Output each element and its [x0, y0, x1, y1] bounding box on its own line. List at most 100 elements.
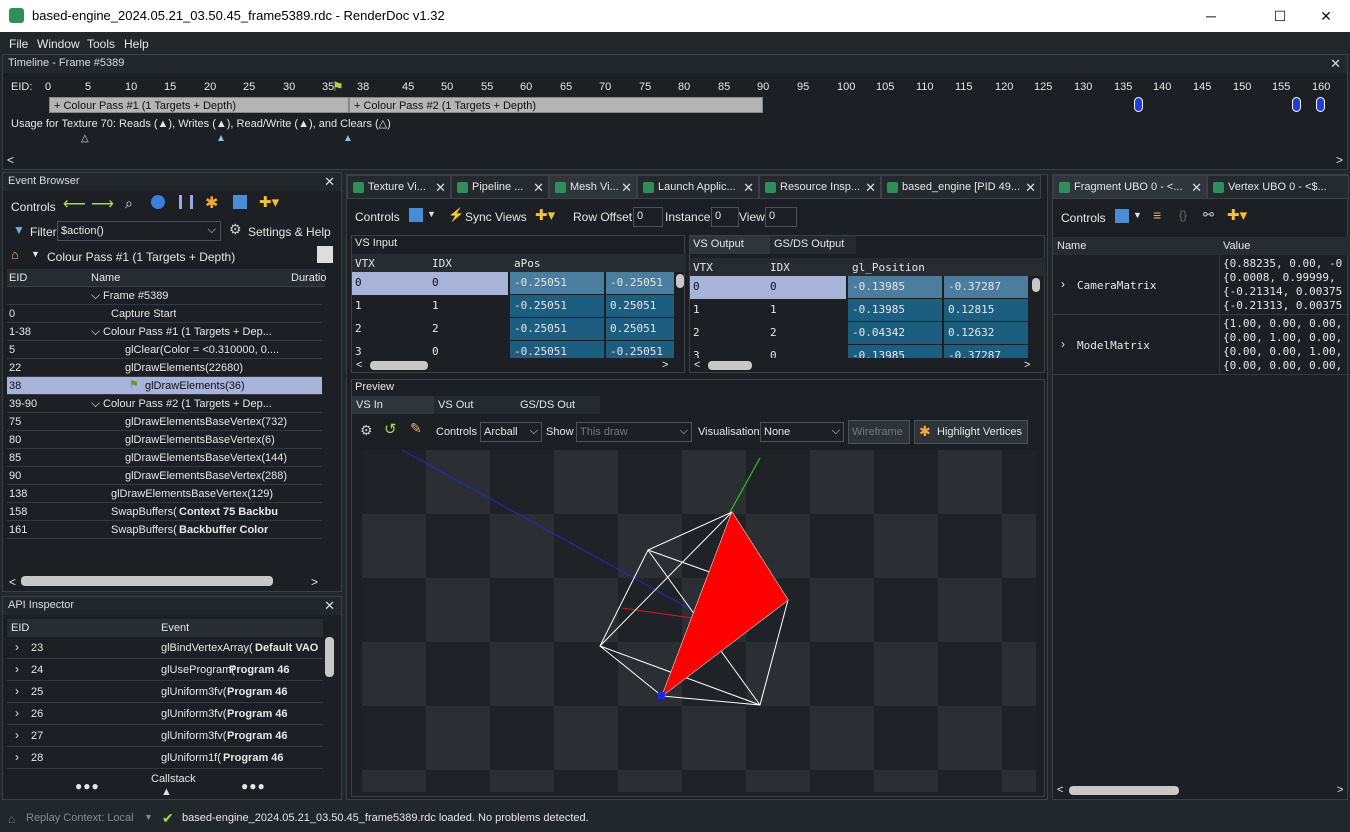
close-icon[interactable]: ✕: [865, 180, 876, 196]
tab-gsds-out[interactable]: GS/DS Out: [516, 396, 600, 414]
event-row[interactable]: 1-38 ⌵ Colour Pass #1 (1 Targets + Dep...: [7, 323, 322, 341]
timeline-pass-1[interactable]: + Colour Pass #1 (1 Targets + Depth): [49, 97, 349, 113]
column-apos[interactable]: aPos: [514, 257, 541, 270]
vertex-row[interactable]: 0 0 -0.13985 -0.37287: [690, 276, 1028, 299]
close-icon[interactable]: ✕: [324, 598, 335, 614]
close-icon[interactable]: ✕: [743, 180, 754, 196]
center-tab[interactable]: Resource Insp... ✕: [759, 175, 881, 199]
chevron-up-icon[interactable]: ▲: [161, 786, 172, 798]
show-select[interactable]: This draw ⌵: [576, 422, 692, 442]
api-call-row[interactable]: › 28 glUniform1f(Program 46: [7, 747, 323, 769]
menu-tools[interactable]: Tools: [87, 37, 115, 51]
bookmark-icon[interactable]: ✱: [205, 193, 218, 213]
event-resource-name[interactable]: Backbuffer Color: [179, 524, 268, 536]
api-resource-link[interactable]: Program 46: [223, 752, 284, 764]
event-row[interactable]: 90 glDrawElementsBaseVertex(288): [7, 467, 322, 485]
link-icon[interactable]: ⚯: [1203, 207, 1214, 223]
minimize-button[interactable]: ─: [1188, 0, 1234, 32]
view-input[interactable]: 0: [765, 207, 797, 227]
vertex-row[interactable]: 1 1 -0.25051 0.25051: [352, 295, 674, 318]
braces-icon[interactable]: {}: [1179, 208, 1187, 222]
api-call-row[interactable]: › 23 glBindVertexArray(Default VAO: [7, 637, 323, 659]
expand-chevron-icon[interactable]: ›: [1061, 337, 1065, 351]
plugin-icon[interactable]: ✚▾: [1227, 206, 1247, 224]
api-call-row[interactable]: › 24 glUseProgram(Program 46: [7, 659, 323, 681]
horizontal-scrollbar[interactable]: [21, 576, 273, 586]
menu-help[interactable]: Help: [124, 37, 149, 51]
chevron-down-icon[interactable]: ▼: [1133, 210, 1142, 220]
vertex-row[interactable]: 2 2 -0.04342 0.12632: [690, 322, 1028, 345]
mesh-preview-viewport[interactable]: [362, 450, 1036, 792]
notes-icon[interactable]: [317, 246, 333, 263]
api-call-row[interactable]: › 27 glUniform3fv(Program 46: [7, 725, 323, 747]
callstack-toggle[interactable]: Callstack: [151, 773, 196, 785]
center-tab[interactable]: Texture Vi... ✕: [347, 175, 451, 199]
menu-window[interactable]: Window: [37, 37, 80, 51]
scroll-right-icon[interactable]: >: [311, 575, 318, 589]
maximize-button[interactable]: ☐: [1257, 0, 1303, 32]
vertex-row[interactable]: 3 0 -0.13985 -0.37287: [690, 345, 1028, 358]
plugin-icon[interactable]: ✚▾: [535, 206, 555, 224]
api-resource-link[interactable]: Program 46: [227, 708, 288, 720]
column-eid[interactable]: EID: [11, 622, 29, 634]
expand-chevron-icon[interactable]: ›: [15, 640, 19, 654]
home-icon[interactable]: ⌂: [11, 247, 19, 262]
column-name[interactable]: Name: [91, 272, 120, 284]
reset-camera-icon[interactable]: ↺: [384, 420, 397, 438]
close-icon[interactable]: ✕: [1025, 180, 1036, 196]
timeline-marker[interactable]: [1134, 97, 1143, 112]
scroll-left-icon[interactable]: <: [1057, 784, 1063, 796]
find-icon[interactable]: ⌕: [125, 195, 133, 212]
tab-fragment-ubo[interactable]: Fragment UBO 0 - <... ✕: [1053, 175, 1207, 199]
arrow-right-icon[interactable]: ⟶: [91, 194, 114, 214]
align-icon[interactable]: ≡: [1153, 207, 1161, 223]
chevron-down-icon[interactable]: ▼: [144, 812, 153, 822]
close-icon[interactable]: ✕: [621, 180, 632, 196]
event-row[interactable]: 22 glDrawElements(22680): [7, 359, 322, 377]
menu-file[interactable]: File: [9, 37, 28, 51]
save-icon[interactable]: [1115, 209, 1129, 223]
event-row[interactable]: 38 ⚑ glDrawElements(36): [7, 377, 322, 395]
close-icon[interactable]: ✕: [1191, 180, 1202, 196]
api-call-row[interactable]: › 25 glUniform3fv(Program 46: [7, 681, 323, 703]
event-row[interactable]: 80 glDrawElementsBaseVertex(6): [7, 431, 322, 449]
event-row[interactable]: 138 glDrawElementsBaseVertex(129): [7, 485, 322, 503]
close-icon[interactable]: ✕: [1330, 56, 1341, 72]
timer-icon[interactable]: [151, 195, 165, 209]
vertex-row[interactable]: 2 2 -0.25051 0.25051: [352, 318, 674, 341]
scroll-right-icon[interactable]: >: [662, 359, 668, 371]
vertical-scrollbar[interactable]: [676, 274, 684, 288]
horizontal-scrollbar[interactable]: [370, 361, 428, 370]
close-icon[interactable]: ✕: [533, 180, 544, 196]
column-idx[interactable]: IDX: [432, 257, 452, 270]
column-duration[interactable]: Duratio: [291, 272, 326, 284]
timeline-ruler[interactable]: 0 5 10 15 20 25 30 35 38 45 50 55 60 65 70 75 80 85 90 95 10…: [3, 79, 1349, 95]
vertex-row[interactable]: 3 0 -0.25051 -0.25051: [352, 341, 674, 358]
instance-input[interactable]: 0: [711, 207, 739, 227]
gear-icon[interactable]: ⚙: [229, 221, 242, 238]
center-tab[interactable]: based_engine [PID 49... ✕: [881, 175, 1041, 199]
event-row[interactable]: 85 glDrawElementsBaseVertex(144): [7, 449, 322, 467]
tab-gsds-output[interactable]: GS/DS Output: [770, 236, 856, 254]
expand-chevron-icon[interactable]: ›: [15, 662, 19, 676]
camera-controls-select[interactable]: Arcball ⌵: [480, 422, 542, 442]
settings-help-button[interactable]: Settings & Help: [248, 225, 331, 239]
scroll-right-icon[interactable]: >: [1337, 784, 1343, 796]
event-row[interactable]: 158 SwapBuffers(Context 75 Backbu: [7, 503, 322, 521]
vertex-row[interactable]: 1 1 -0.13985 0.12815: [690, 299, 1028, 322]
event-row[interactable]: 75 glDrawElementsBaseVertex(732): [7, 413, 322, 431]
close-icon[interactable]: ✕: [324, 174, 335, 190]
statistics-icon[interactable]: [179, 195, 193, 209]
column-gl-position[interactable]: gl_Position: [852, 261, 925, 274]
expand-chevron-icon[interactable]: ›: [15, 728, 19, 742]
event-row[interactable]: 0 Capture Start: [7, 305, 322, 323]
ubo-variable-row[interactable]: › ModelMatrix {1.00, 0.00, 0.00, {0.00, 1.0…: [1053, 315, 1349, 375]
horizontal-scrollbar[interactable]: [1069, 786, 1179, 795]
api-resource-link[interactable]: Program 46: [229, 664, 290, 676]
event-resource-name[interactable]: Context 75 Backbu: [179, 506, 278, 518]
scroll-left-icon[interactable]: <: [9, 575, 16, 589]
expand-chevron-icon[interactable]: ⌵: [91, 396, 100, 411]
scroll-right-icon[interactable]: >: [1336, 153, 1343, 167]
highlight-vertices-button[interactable]: ✱ Highlight Vertices: [914, 420, 1028, 444]
expand-chevron-icon[interactable]: ⌵: [91, 324, 100, 339]
